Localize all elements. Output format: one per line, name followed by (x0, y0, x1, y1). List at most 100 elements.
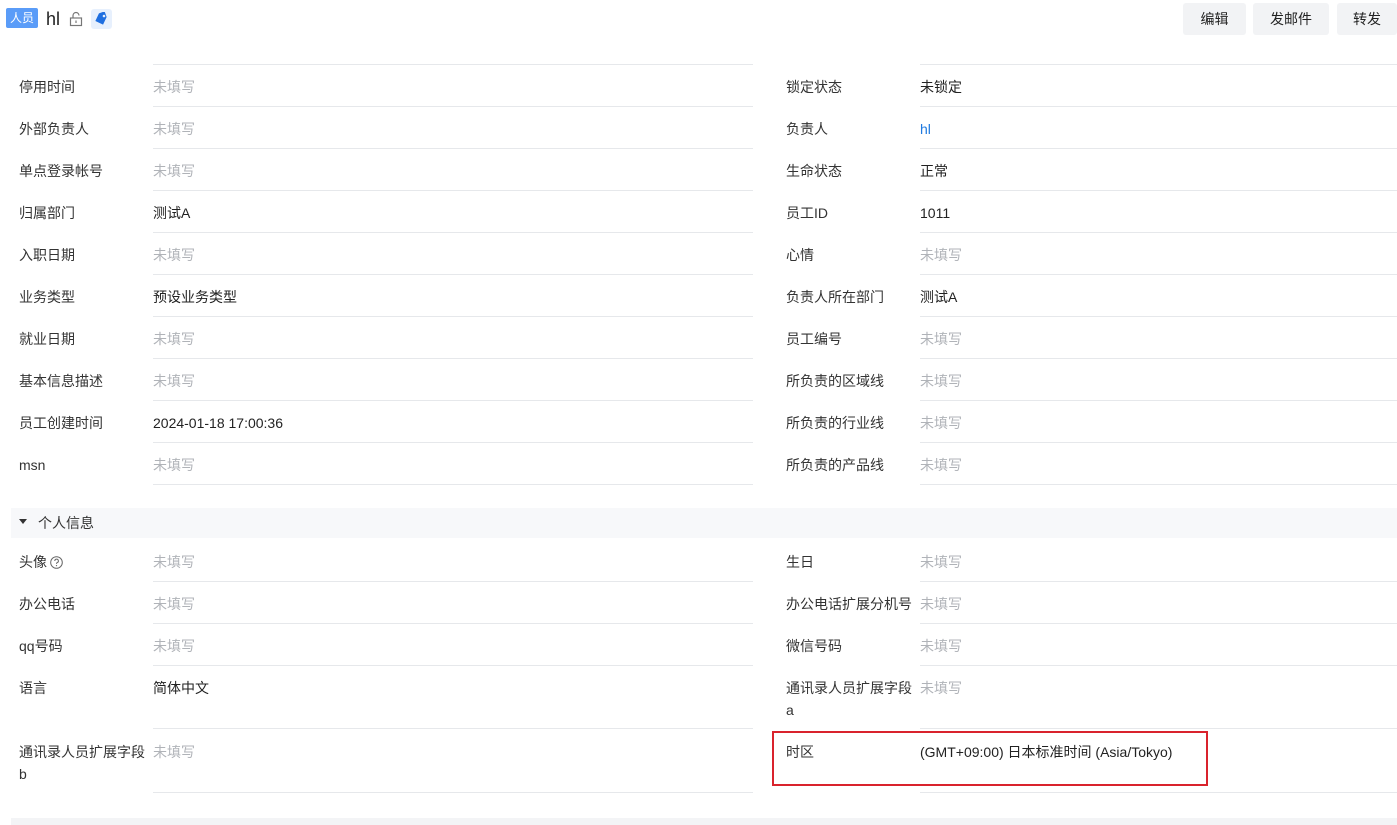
field-label-business-type: 业务类型 (19, 289, 75, 305)
field-value-employment-date[interactable]: 未填写 (153, 328, 195, 350)
field-label-region-line: 所负责的区域线 (786, 373, 884, 389)
field-underline (153, 274, 753, 275)
field-label-employment-date: 就业日期 (19, 331, 75, 347)
field-underline (153, 400, 753, 401)
field-underline (920, 442, 1397, 443)
field-label-avatar: 头像 (19, 551, 63, 573)
field-value-language[interactable]: 简体中文 (153, 677, 209, 699)
detail-content: 停用时间 未填写 外部负责人 未填写 单点登录帐号 未填写 归属部门 测试A 入… (0, 38, 1397, 825)
timezone-highlight-box (772, 731, 1208, 786)
field-underline (920, 400, 1397, 401)
label-tag-icon[interactable] (91, 9, 112, 29)
field-label-department: 归属部门 (19, 205, 75, 221)
field-value-region-line[interactable]: 未填写 (920, 370, 962, 392)
field-underline (153, 316, 753, 317)
field-label-life-status: 生命状态 (786, 163, 842, 179)
field-underline (153, 581, 753, 582)
field-label-stop-time: 停用时间 (19, 79, 75, 95)
field-underline (920, 623, 1397, 624)
field-underline (920, 665, 1397, 666)
field-label-industry-line: 所负责的行业线 (786, 415, 884, 431)
field-label-msn: msn (19, 457, 46, 473)
field-underline (920, 728, 1397, 729)
field-label-basic-description: 基本信息描述 (19, 373, 103, 389)
field-value-external-owner[interactable]: 未填写 (153, 118, 195, 140)
record-title: hl (46, 9, 61, 29)
field-value-hire-date[interactable]: 未填写 (153, 244, 195, 266)
field-value-employee-id[interactable]: 1011 (920, 202, 950, 224)
field-underline (153, 148, 753, 149)
send-email-button[interactable]: 发邮件 (1253, 3, 1329, 35)
field-label-language: 语言 (19, 680, 47, 696)
field-value-wechat[interactable]: 未填写 (920, 635, 962, 657)
field-label-mood: 心情 (786, 247, 814, 263)
field-value-owner-link[interactable]: hl (920, 118, 931, 140)
field-label-external-owner: 外部负责人 (19, 121, 89, 137)
field-underline (920, 316, 1397, 317)
field-label-office-ext: 办公电话扩展分机号 (786, 596, 912, 612)
field-label-qq: qq号码 (19, 638, 63, 654)
field-underline (153, 665, 753, 666)
field-label-contact-ext-b: 通讯录人员扩展字段b (19, 744, 145, 782)
detail-header: 人员 hl 编辑 发邮件 转发 (0, 0, 1397, 38)
field-label-employee-number: 员工编号 (786, 331, 842, 347)
field-value-contact-ext-a[interactable]: 未填写 (920, 677, 962, 699)
caret-down-icon (19, 519, 27, 524)
section-title: 个人信息 (38, 515, 94, 531)
field-underline (920, 484, 1397, 485)
field-value-lock-status[interactable]: 未锁定 (920, 76, 962, 98)
field-label-contact-ext-a: 通讯录人员扩展字段a (786, 680, 912, 718)
field-label-lock-status: 锁定状态 (786, 79, 842, 95)
field-value-mood[interactable]: 未填写 (920, 244, 962, 266)
field-value-sso-account[interactable]: 未填写 (153, 160, 195, 182)
field-value-msn[interactable]: 未填写 (153, 454, 195, 476)
field-value-owner-department[interactable]: 测试A (920, 286, 957, 308)
next-section-band (11, 818, 1397, 825)
forward-button[interactable]: 转发 (1337, 3, 1397, 35)
field-value-birthday[interactable]: 未填写 (920, 551, 962, 573)
field-underline (920, 148, 1397, 149)
section-header-personal-info[interactable]: 个人信息 (11, 508, 1397, 538)
field-label-hire-date: 入职日期 (19, 247, 75, 263)
field-underline (920, 64, 1397, 65)
field-value-employee-number[interactable]: 未填写 (920, 328, 962, 350)
unlock-icon[interactable] (68, 11, 84, 27)
help-circle-icon[interactable] (50, 553, 63, 569)
field-label-office-phone: 办公电话 (19, 596, 75, 612)
field-label-product-line: 所负责的产品线 (786, 457, 884, 473)
field-underline (153, 484, 753, 485)
field-label-birthday: 生日 (786, 554, 814, 570)
field-underline (153, 728, 753, 729)
field-underline (920, 274, 1397, 275)
field-value-office-ext[interactable]: 未填写 (920, 593, 962, 615)
field-underline (920, 792, 1397, 793)
field-underline (920, 232, 1397, 233)
object-type-tag: 人员 (6, 8, 39, 28)
field-underline (153, 792, 753, 793)
field-value-industry-line[interactable]: 未填写 (920, 412, 962, 434)
field-underline (153, 232, 753, 233)
field-underline (153, 358, 753, 359)
field-value-department[interactable]: 测试A (153, 202, 190, 224)
field-value-product-line[interactable]: 未填写 (920, 454, 962, 476)
field-value-created-time[interactable]: 2024-01-18 17:00:36 (153, 412, 283, 434)
field-value-life-status[interactable]: 正常 (920, 160, 948, 182)
field-value-stop-time[interactable]: 未填写 (153, 76, 195, 98)
field-value-basic-description[interactable]: 未填写 (153, 370, 195, 392)
field-underline (920, 190, 1397, 191)
field-value-contact-ext-b[interactable]: 未填写 (153, 741, 195, 763)
field-label-employee-id: 员工ID (786, 205, 828, 221)
field-underline (920, 106, 1397, 107)
field-value-qq[interactable]: 未填写 (153, 635, 195, 657)
field-value-business-type[interactable]: 预设业务类型 (153, 286, 237, 308)
field-underline (153, 64, 753, 65)
field-label-wechat: 微信号码 (786, 638, 842, 654)
field-value-office-phone[interactable]: 未填写 (153, 593, 195, 615)
avatar-label-text: 头像 (19, 554, 47, 570)
field-underline (153, 623, 753, 624)
field-label-owner-department: 负责人所在部门 (786, 289, 884, 305)
field-underline (153, 190, 753, 191)
field-value-avatar[interactable]: 未填写 (153, 551, 195, 573)
field-underline (153, 106, 753, 107)
edit-button[interactable]: 编辑 (1183, 3, 1246, 35)
